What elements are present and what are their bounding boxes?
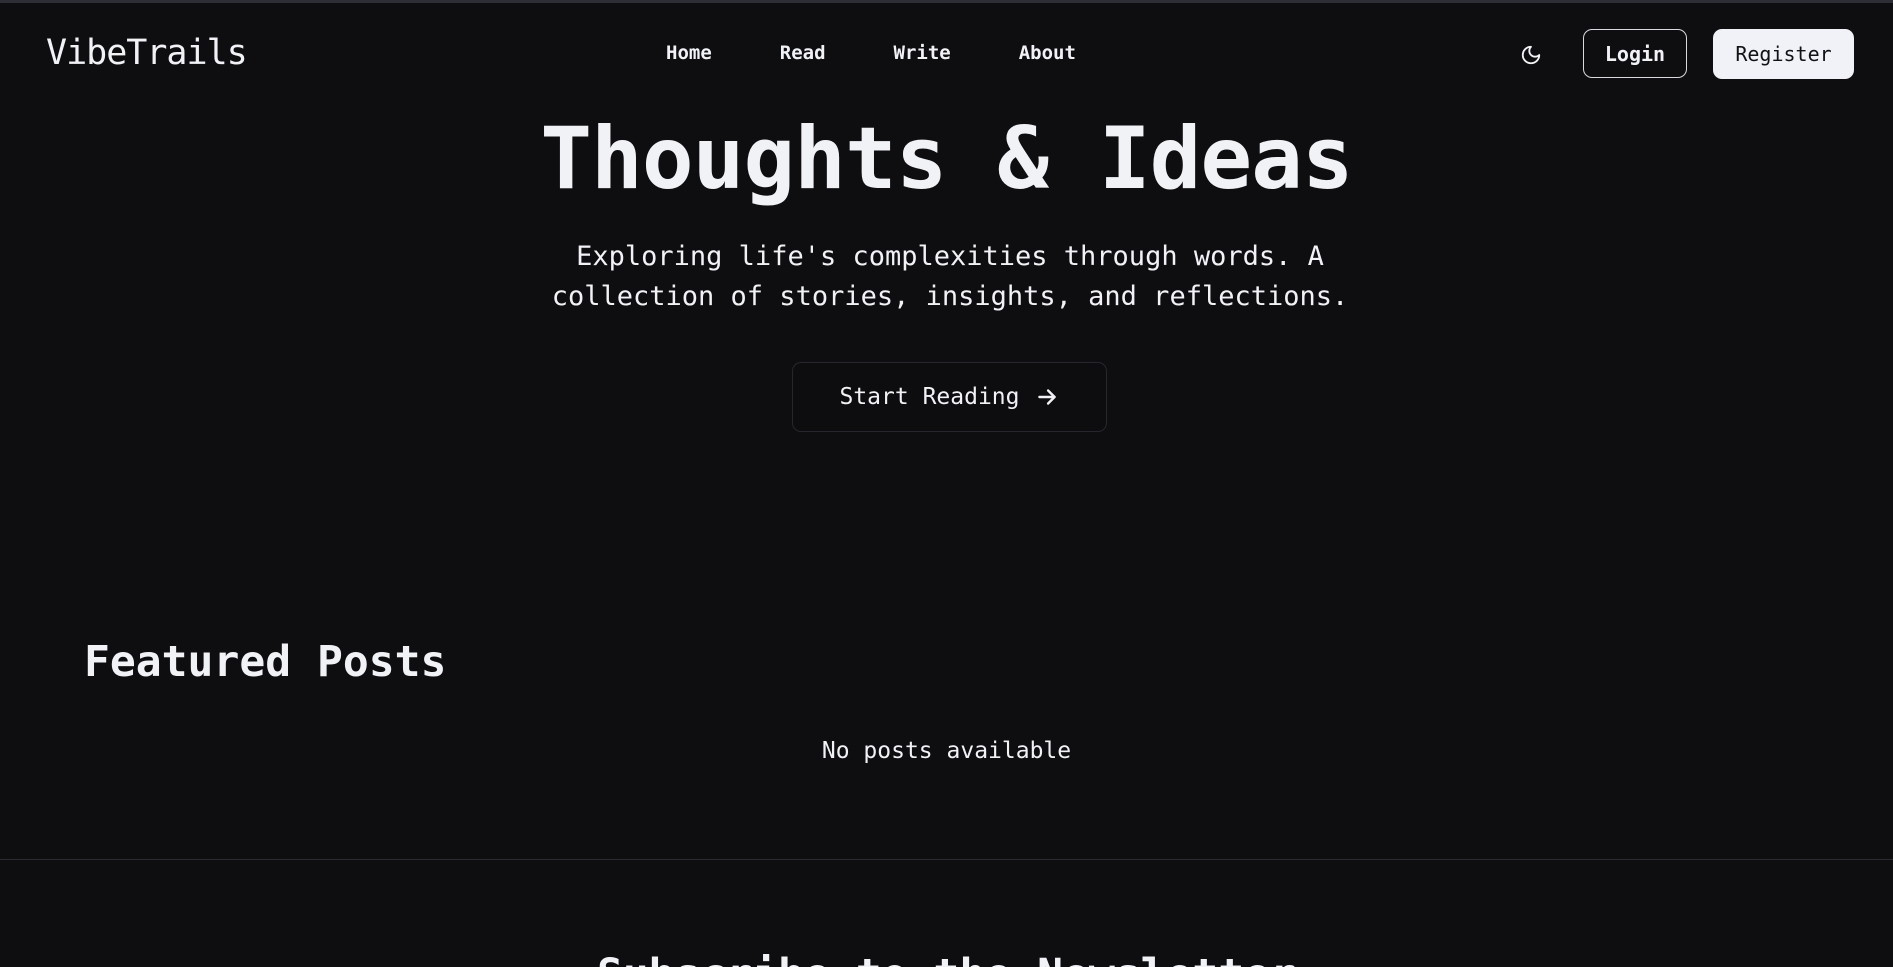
start-reading-label: Start Reading bbox=[839, 384, 1020, 410]
main-nav: Home Read Write About bbox=[666, 42, 1076, 64]
featured-title: Featured Posts bbox=[84, 637, 447, 687]
nav-read[interactable]: Read bbox=[780, 42, 826, 64]
start-reading-button[interactable]: Start Reading bbox=[792, 362, 1107, 432]
subscribe-title: Subscribe to the Newsletter bbox=[0, 950, 1893, 967]
moon-icon bbox=[1521, 45, 1541, 65]
nav-about[interactable]: About bbox=[1019, 42, 1076, 64]
nav-write[interactable]: Write bbox=[894, 42, 951, 64]
empty-posts-message: No posts available bbox=[821, 738, 1072, 764]
arrow-right-icon bbox=[1037, 389, 1056, 405]
hero-title: Thoughts & Ideas bbox=[540, 109, 1353, 209]
nav-home[interactable]: Home bbox=[666, 42, 712, 64]
register-button[interactable]: Register bbox=[1713, 29, 1854, 79]
theme-toggle-button[interactable] bbox=[1518, 42, 1544, 68]
section-divider bbox=[0, 859, 1893, 860]
site-logo[interactable]: VibeTrails bbox=[46, 33, 248, 73]
login-button[interactable]: Login bbox=[1583, 29, 1687, 78]
top-divider bbox=[0, 0, 1893, 3]
page: VibeTrails Home Read Write About Login R… bbox=[0, 0, 1893, 967]
hero-subtitle: Exploring life's complexities through wo… bbox=[551, 241, 1349, 312]
